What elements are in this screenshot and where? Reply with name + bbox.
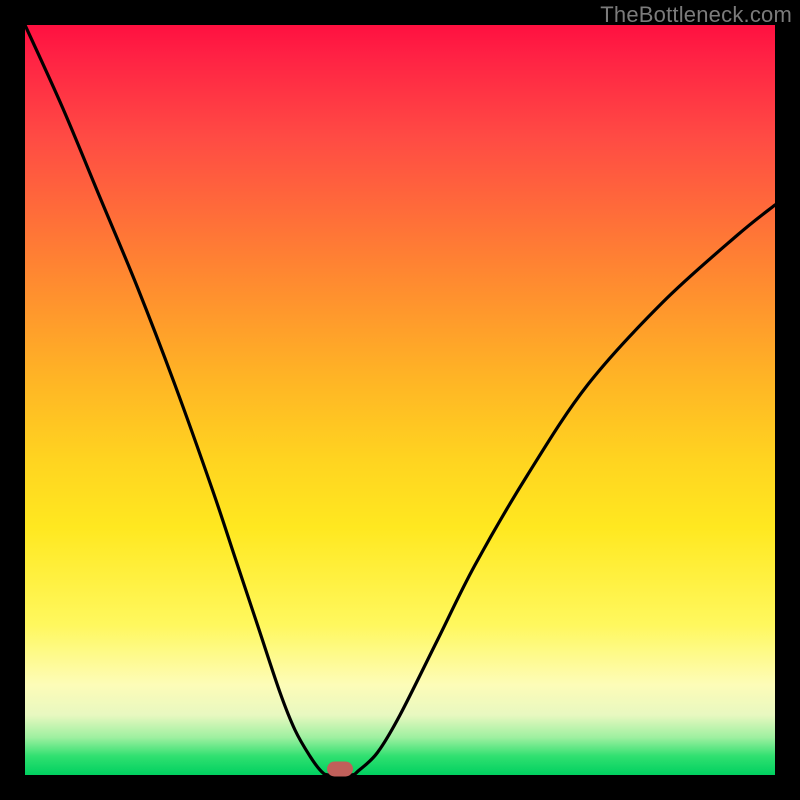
bottleneck-curve [25, 25, 775, 775]
chart-frame: TheBottleneck.com [0, 0, 800, 800]
watermark-text: TheBottleneck.com [600, 2, 792, 28]
plot-area [25, 25, 775, 775]
optimum-marker [327, 762, 353, 777]
